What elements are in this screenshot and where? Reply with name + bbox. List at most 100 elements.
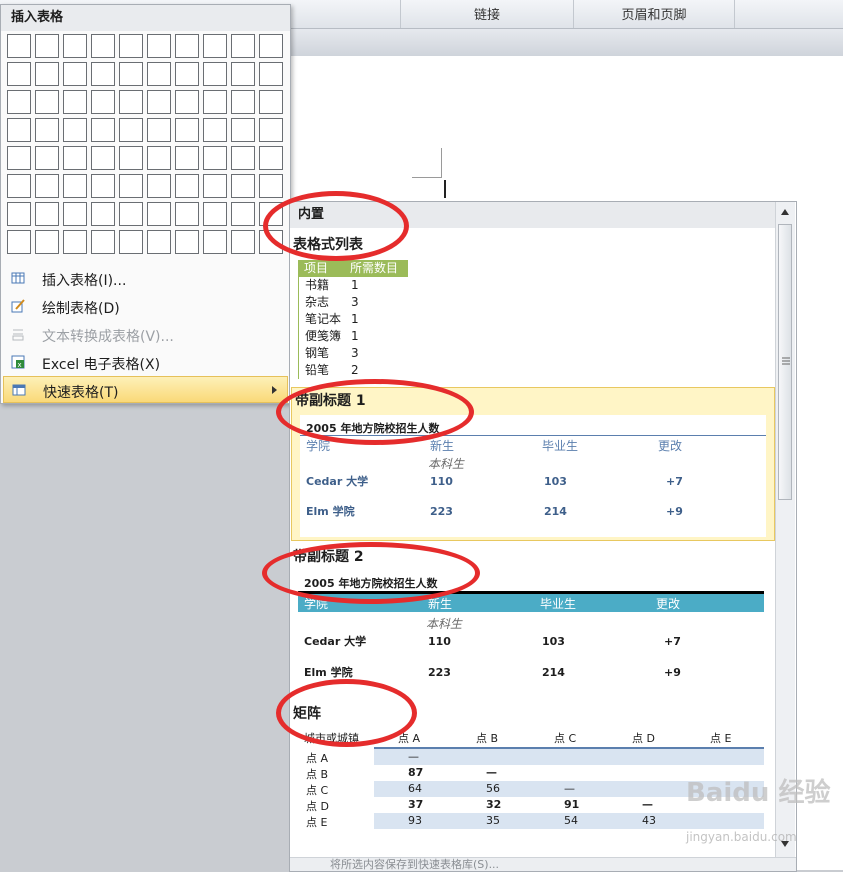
grid-cell[interactable] bbox=[231, 146, 255, 170]
grid-cell[interactable] bbox=[175, 118, 199, 142]
grid-cell[interactable] bbox=[63, 174, 87, 198]
grid-cell[interactable] bbox=[203, 202, 227, 226]
grid-cell[interactable] bbox=[259, 174, 283, 198]
grid-cell[interactable] bbox=[259, 90, 283, 114]
header-cell: 更改 bbox=[658, 439, 683, 453]
grid-cell[interactable] bbox=[7, 62, 31, 86]
grid-cell[interactable] bbox=[91, 202, 115, 226]
grid-cell[interactable] bbox=[175, 90, 199, 114]
menu-item-draw-table[interactable]: 绘制表格(D) bbox=[3, 293, 288, 320]
grid-cell[interactable] bbox=[259, 118, 283, 142]
grid-cell[interactable] bbox=[91, 230, 115, 254]
crop-mark-vertical bbox=[441, 148, 442, 178]
grid-cell[interactable] bbox=[203, 118, 227, 142]
grid-cell[interactable] bbox=[119, 62, 143, 86]
grid-cell[interactable] bbox=[147, 90, 171, 114]
table-icon bbox=[11, 272, 25, 284]
grid-cell[interactable] bbox=[35, 174, 59, 198]
grid-cell[interactable] bbox=[259, 62, 283, 86]
grid-cell[interactable] bbox=[231, 118, 255, 142]
grid-cell[interactable] bbox=[35, 230, 59, 254]
grid-cell[interactable] bbox=[7, 118, 31, 142]
grid-cell[interactable] bbox=[63, 146, 87, 170]
grid-cell[interactable] bbox=[119, 90, 143, 114]
grid-cell[interactable] bbox=[35, 62, 59, 86]
grid-cell[interactable] bbox=[259, 34, 283, 58]
grid-cell[interactable] bbox=[203, 34, 227, 58]
tab-empty[interactable] bbox=[734, 0, 843, 28]
grid-cell[interactable] bbox=[231, 34, 255, 58]
tab-link[interactable]: 链接 bbox=[400, 0, 573, 28]
grid-cell[interactable] bbox=[147, 62, 171, 86]
grid-cell[interactable] bbox=[231, 62, 255, 86]
grid-cell[interactable] bbox=[35, 34, 59, 58]
grid-cell[interactable] bbox=[35, 146, 59, 170]
grid-cell[interactable] bbox=[35, 118, 59, 142]
scroll-up-icon[interactable] bbox=[778, 204, 792, 220]
grid-cell[interactable] bbox=[7, 230, 31, 254]
quick-table-icon bbox=[12, 384, 26, 396]
grid-cell[interactable] bbox=[119, 146, 143, 170]
watermark: Baidu 经验 bbox=[686, 778, 831, 808]
grid-cell[interactable] bbox=[147, 230, 171, 254]
scroll-thumb[interactable] bbox=[778, 224, 792, 500]
submenu-arrow-icon bbox=[272, 386, 277, 394]
grid-cell[interactable] bbox=[7, 90, 31, 114]
grid-cell[interactable] bbox=[119, 118, 143, 142]
cell: +7 bbox=[666, 475, 683, 488]
grid-cell[interactable] bbox=[119, 174, 143, 198]
grid-cell[interactable] bbox=[175, 202, 199, 226]
menu-item-quick-tables[interactable]: 快速表格(T) bbox=[3, 376, 288, 403]
grid-cell[interactable] bbox=[35, 202, 59, 226]
grid-cell[interactable] bbox=[63, 202, 87, 226]
grid-cell[interactable] bbox=[147, 174, 171, 198]
grid-cell[interactable] bbox=[175, 230, 199, 254]
cell: +9 bbox=[664, 666, 681, 679]
grid-cell[interactable] bbox=[231, 230, 255, 254]
grid-cell[interactable] bbox=[259, 146, 283, 170]
grid-cell[interactable] bbox=[203, 230, 227, 254]
grid-cell[interactable] bbox=[7, 202, 31, 226]
grid-cell[interactable] bbox=[91, 146, 115, 170]
grid-cell[interactable] bbox=[63, 90, 87, 114]
grid-cell[interactable] bbox=[203, 90, 227, 114]
grid-cell[interactable] bbox=[63, 118, 87, 142]
grid-cell[interactable] bbox=[91, 34, 115, 58]
menu-item-excel-table[interactable]: x Excel 电子表格(X) bbox=[3, 349, 288, 376]
grid-cell[interactable] bbox=[119, 230, 143, 254]
menu-item-label: 文本转换成表格(V)... bbox=[42, 329, 174, 345]
grid-cell[interactable] bbox=[147, 146, 171, 170]
grid-cell[interactable] bbox=[203, 146, 227, 170]
grid-cell[interactable] bbox=[63, 34, 87, 58]
grid-cell[interactable] bbox=[7, 146, 31, 170]
grid-cell[interactable] bbox=[175, 34, 199, 58]
grid-cell[interactable] bbox=[175, 174, 199, 198]
grid-cell[interactable] bbox=[119, 202, 143, 226]
gallery-scrollbar[interactable] bbox=[775, 202, 795, 857]
grid-cell[interactable] bbox=[175, 146, 199, 170]
grid-cell[interactable] bbox=[91, 118, 115, 142]
cell: 笔记本 bbox=[305, 312, 342, 326]
grid-cell[interactable] bbox=[231, 202, 255, 226]
tab-header-footer[interactable]: 页眉和页脚 bbox=[573, 0, 734, 28]
grid-cell[interactable] bbox=[91, 90, 115, 114]
grid-cell[interactable] bbox=[35, 90, 59, 114]
grid-cell[interactable] bbox=[7, 34, 31, 58]
table-size-grid[interactable] bbox=[7, 34, 287, 258]
grid-cell[interactable] bbox=[91, 62, 115, 86]
grid-cell[interactable] bbox=[231, 90, 255, 114]
grid-cell[interactable] bbox=[203, 174, 227, 198]
grid-cell[interactable] bbox=[63, 62, 87, 86]
grid-cell[interactable] bbox=[63, 230, 87, 254]
grid-cell[interactable] bbox=[147, 118, 171, 142]
row-label: 点 C bbox=[306, 784, 329, 797]
grid-cell[interactable] bbox=[231, 174, 255, 198]
menu-item-insert-table[interactable]: 插入表格(I)... bbox=[3, 265, 288, 292]
grid-cell[interactable] bbox=[147, 34, 171, 58]
grid-cell[interactable] bbox=[119, 34, 143, 58]
grid-cell[interactable] bbox=[91, 174, 115, 198]
grid-cell[interactable] bbox=[203, 62, 227, 86]
grid-cell[interactable] bbox=[147, 202, 171, 226]
grid-cell[interactable] bbox=[175, 62, 199, 86]
grid-cell[interactable] bbox=[7, 174, 31, 198]
